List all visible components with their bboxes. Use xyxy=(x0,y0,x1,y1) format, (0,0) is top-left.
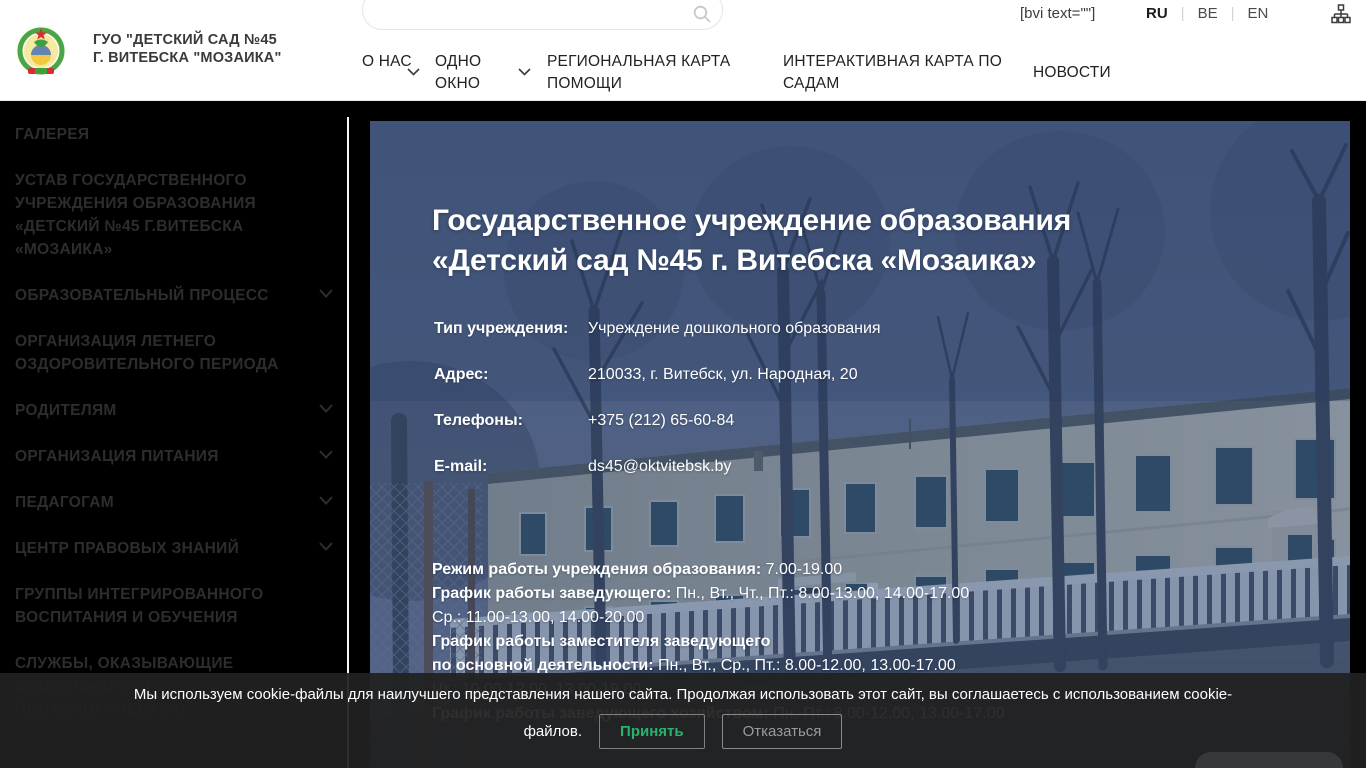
lang-ru[interactable]: RU xyxy=(1146,5,1168,22)
nav-regional-map[interactable]: РЕГИОНАЛЬНАЯ КАРТА ПОМОЩИ xyxy=(547,51,747,95)
chevron-down-icon xyxy=(518,68,531,76)
lang-en[interactable]: EN xyxy=(1248,5,1269,22)
sidebar-item-edu-process[interactable]: ОБРАЗОВАТЕЛЬНЫЙ ПРОЦЕСС xyxy=(15,284,335,307)
cookie-banner: Мы используем cookie-файлы для наилучшег… xyxy=(0,673,1366,768)
sidebar-item-parents[interactable]: РОДИТЕЛЯМ xyxy=(15,399,335,422)
info-row-phone: Телефоны: +375 (212) 65-60-84 xyxy=(434,412,735,429)
sidebar-divider xyxy=(347,117,349,768)
chevron-down-icon xyxy=(319,404,333,413)
sidebar-item-legal-center[interactable]: ЦЕНТР ПРАВОВЫХ ЗНАНИЙ xyxy=(15,537,335,560)
sidebar-item-charter[interactable]: УСТАВ ГОСУДАРСТВЕННОГО УЧРЕЖДЕНИЯ ОБРАЗО… xyxy=(15,169,335,261)
language-switcher: RU | BE | EN xyxy=(1146,5,1268,22)
search-input[interactable] xyxy=(362,0,723,30)
info-row-type: Тип учреждения: Учреждение дошкольного об… xyxy=(434,320,881,337)
schedule-line: График работы заведующего: Пн., Вт., Чт.… xyxy=(432,585,970,602)
chevron-down-icon xyxy=(319,496,333,505)
decline-cookies-button[interactable]: Отказаться xyxy=(721,714,843,749)
accept-cookies-button[interactable]: Принять xyxy=(599,714,705,749)
search-bar xyxy=(362,0,723,30)
chevron-down-icon xyxy=(319,289,333,298)
lang-separator: | xyxy=(1180,5,1185,22)
nav-news[interactable]: НОВОСТИ xyxy=(1033,62,1111,84)
chevron-down-icon xyxy=(407,68,420,76)
lang-be[interactable]: BE xyxy=(1198,5,1218,22)
page-title: Государственное учреждение образования «… xyxy=(432,204,1072,277)
schedule-line: Ср.: 11.00-13.00, 14.00-20.00 xyxy=(432,609,645,626)
nav-one-window[interactable]: ОДНО ОКНО xyxy=(435,51,501,95)
sidebar-item-integrated-groups[interactable]: ГРУППЫ ИНТЕГРИРОВАННОГО ВОСПИТАНИЯ И ОБУ… xyxy=(15,583,335,629)
cookie-message: Мы используем cookie-файлы для наилучшег… xyxy=(133,686,1233,703)
nav-interactive-map[interactable]: ИНТЕРАКТИВНАЯ КАРТА ПО САДАМ xyxy=(783,51,1018,95)
hero-section: Государственное учреждение образования «… xyxy=(370,121,1350,768)
sidebar-item-gallery[interactable]: ГАЛЕРЕЯ xyxy=(15,123,335,146)
info-row-address: Адрес: 210033, г. Витебск, ул. Народная, … xyxy=(434,366,858,383)
schedule-line: График работы заместителя заведующего xyxy=(432,633,771,650)
bvi-shortcode-text: [bvi text=""] xyxy=(1020,5,1096,22)
sidebar: ГАЛЕРЕЯ УСТАВ ГОСУДАРСТВЕННОГО УЧРЕЖДЕНИ… xyxy=(0,100,349,768)
chevron-down-icon xyxy=(319,450,333,459)
cookie-message-tail: файлов. xyxy=(523,723,583,740)
chevron-down-icon xyxy=(319,542,333,551)
nav-about[interactable]: О НАС xyxy=(362,51,412,73)
sidebar-item-summer-period[interactable]: ОРГАНИЗАЦИЯ ЛЕТНЕГО ОЗДОРОВИТЕЛЬНОГО ПЕР… xyxy=(15,330,335,376)
schedule-line: Режим работы учреждения образования: 7.0… xyxy=(432,561,843,578)
sidebar-item-teachers[interactable]: ПЕДАГОГАМ xyxy=(15,491,335,514)
coat-of-arms-logo xyxy=(16,25,66,75)
header: ГУО "ДЕТСКИЙ САД №45 Г. ВИТЕБСКА "МОЗАИК… xyxy=(0,0,1366,101)
sidebar-item-nutrition[interactable]: ОРГАНИЗАЦИЯ ПИТАНИЯ xyxy=(15,445,335,468)
corner-widget-button[interactable] xyxy=(1195,752,1343,768)
sitemap-icon[interactable] xyxy=(1331,4,1351,24)
lang-separator: | xyxy=(1230,5,1235,22)
site-title: ГУО "ДЕТСКИЙ САД №45 Г. ВИТЕБСКА "МОЗАИК… xyxy=(93,32,282,66)
info-row-email: E-mail: ds45@oktvitebsk.by xyxy=(434,458,732,475)
